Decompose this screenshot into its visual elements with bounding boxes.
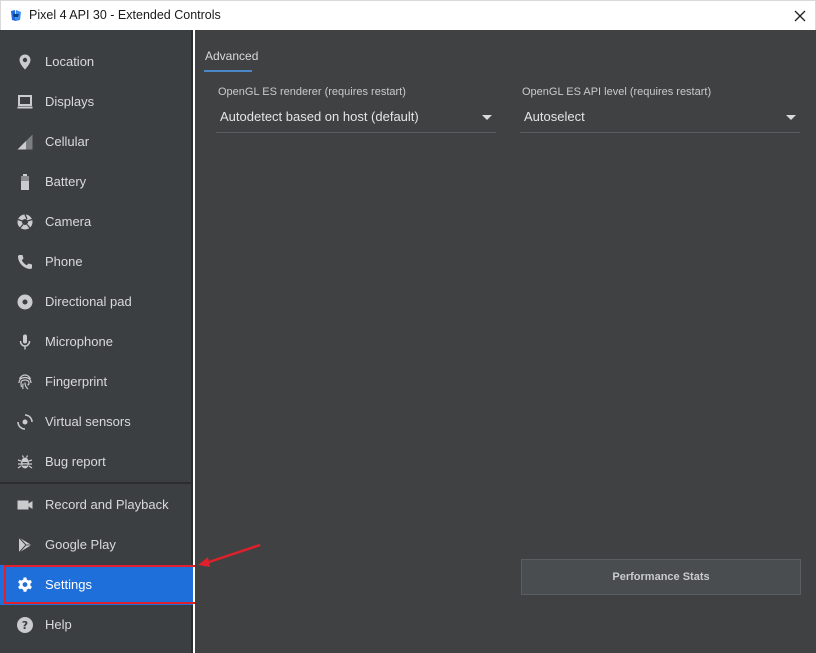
close-icon: [794, 10, 806, 22]
sidebar-item-label: Help: [45, 617, 72, 632]
phone-icon: [16, 253, 34, 271]
sidebar-item-label: Fingerprint: [45, 374, 108, 389]
video-camera-icon: [16, 496, 34, 514]
battery-icon: [16, 173, 34, 191]
sidebar-item-bug-report[interactable]: Bug report: [0, 442, 193, 482]
rotate-sensor-icon: [16, 413, 34, 431]
help-icon: ?: [16, 616, 34, 634]
sidebar-item-settings[interactable]: Settings: [0, 565, 193, 605]
sidebar-item-label: Record and Playback: [45, 497, 169, 512]
play-store-icon: [16, 536, 34, 554]
sidebar-item-help[interactable]: ? Help: [0, 605, 193, 645]
chevron-down-icon: [482, 115, 492, 120]
sidebar-item-label: Cellular: [45, 134, 90, 149]
sidebar-nav: Location Displays Cellular Battery Camer: [0, 42, 193, 482]
sidebar-item-label: Bug report: [45, 454, 106, 469]
sidebar-item-label: Virtual sensors: [45, 414, 131, 429]
tab-advanced[interactable]: Advanced: [205, 49, 258, 69]
sidebar-item-location[interactable]: Location: [0, 42, 193, 82]
api-level-field: OpenGL ES API level (requires restart) A…: [520, 86, 800, 133]
display-icon: [16, 93, 34, 111]
api-level-label: OpenGL ES API level (requires restart): [522, 86, 712, 98]
sidebar-item-label: Settings: [45, 577, 92, 592]
tab-active-indicator: [204, 70, 252, 72]
bug-icon: [16, 453, 34, 471]
android-emulator-icon: [11, 10, 21, 21]
main-panel: Advanced OpenGL ES renderer (requires re…: [195, 30, 816, 653]
sidebar-item-cellular[interactable]: Cellular: [0, 122, 193, 162]
cellular-signal-icon: [16, 133, 34, 151]
sidebar-item-fingerprint[interactable]: Fingerprint: [0, 362, 193, 402]
dpad-icon: [16, 293, 34, 311]
chevron-down-icon: [786, 115, 796, 120]
renderer-dropdown[interactable]: Autodetect based on host (default): [216, 107, 496, 133]
sidebar-item-google-play[interactable]: Google Play: [0, 525, 193, 565]
sidebar-nav-bottom: Record and Playback Google Play Settings…: [0, 485, 193, 645]
sidebar: Location Displays Cellular Battery Camer: [0, 30, 193, 653]
sidebar-item-label: Directional pad: [45, 294, 132, 309]
performance-stats-button[interactable]: Performance Stats: [521, 559, 801, 595]
title-bar: Pixel 4 API 30 - Extended Controls: [0, 0, 816, 30]
sidebar-item-battery[interactable]: Battery: [0, 162, 193, 202]
sidebar-divider: [0, 482, 193, 484]
sidebar-item-label: Displays: [45, 94, 95, 109]
camera-aperture-icon: [16, 213, 34, 231]
sidebar-item-label: Phone: [45, 254, 83, 269]
gear-icon: [16, 576, 34, 594]
fingerprint-icon: [16, 373, 34, 391]
sidebar-item-directional-pad[interactable]: Directional pad: [0, 282, 193, 322]
renderer-field: OpenGL ES renderer (requires restart) Au…: [216, 86, 496, 133]
sidebar-item-microphone[interactable]: Microphone: [0, 322, 193, 362]
api-level-dropdown[interactable]: Autoselect: [520, 107, 800, 133]
microphone-icon: [16, 333, 34, 351]
close-button[interactable]: [785, 1, 815, 31]
sidebar-item-displays[interactable]: Displays: [0, 82, 193, 122]
sidebar-item-label: Microphone: [45, 334, 113, 349]
sidebar-item-label: Location: [45, 54, 95, 69]
location-pin-icon: [16, 53, 34, 71]
api-level-value: Autoselect: [524, 109, 585, 124]
renderer-label: OpenGL ES renderer (requires restart): [218, 86, 406, 98]
sidebar-item-record-and-playback[interactable]: Record and Playback: [0, 485, 193, 525]
renderer-value: Autodetect based on host (default): [220, 109, 419, 124]
svg-text:?: ?: [22, 619, 28, 632]
sidebar-item-label: Camera: [45, 214, 92, 229]
sidebar-item-phone[interactable]: Phone: [0, 242, 193, 282]
sidebar-item-label: Battery: [45, 174, 87, 189]
sidebar-item-camera[interactable]: Camera: [0, 202, 193, 242]
sidebar-item-virtual-sensors[interactable]: Virtual sensors: [0, 402, 193, 442]
window-title: Pixel 4 API 30 - Extended Controls: [29, 8, 221, 22]
sidebar-item-label: Google Play: [45, 537, 116, 552]
